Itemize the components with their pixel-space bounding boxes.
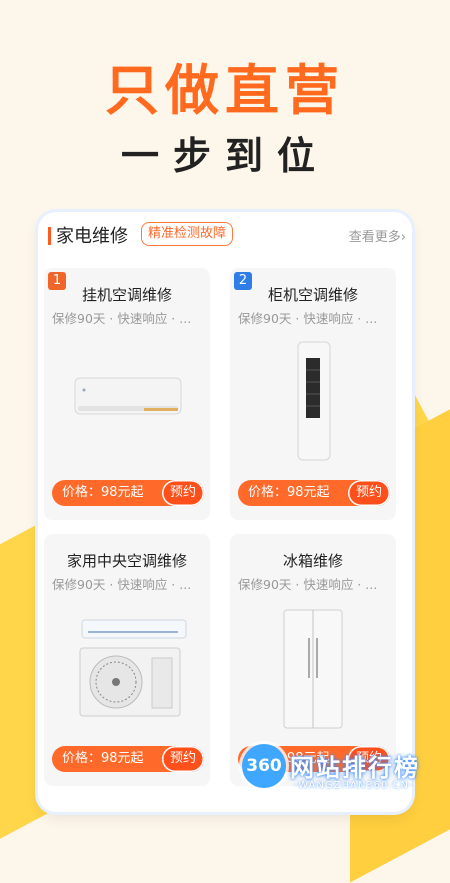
central-ac-image	[78, 618, 188, 724]
panel-header: 家电维修 精准检测故障 查看更多›	[38, 212, 412, 260]
hero-title: 只做直营	[105, 59, 345, 122]
book-button[interactable]: 预约	[348, 480, 390, 506]
hero-subtitle: 一步到位	[120, 134, 329, 178]
price-pill: 价格：98元起 预约	[238, 480, 390, 506]
service-card[interactable]: 家用中央空调维修 保修90天 · 快速响应 · ... 价格：98元起 预约	[44, 534, 210, 786]
wall-ac-image	[74, 376, 182, 422]
watermark-text: 网站排行榜	[290, 754, 420, 782]
watermark-logo: 360	[242, 744, 286, 788]
title-accent-bar	[48, 227, 51, 245]
feature-tag: 精准检测故障	[141, 222, 234, 246]
book-button[interactable]: 预约	[162, 746, 204, 772]
service-card[interactable]: 2 柜机空调维修 保修90天 · 快速响应 · ... 价格：98元起 预约	[230, 268, 396, 520]
service-card[interactable]: 1 挂机空调维修 保修90天 · 快速响应 · ... 价格：98元起 预约	[44, 268, 210, 520]
floor-ac-image	[296, 340, 332, 466]
service-title: 冰箱维修	[282, 552, 343, 570]
service-title: 挂机空调维修	[81, 286, 172, 304]
service-title: 家用中央空调维修	[66, 552, 187, 570]
section-title: 家电维修	[56, 226, 128, 247]
view-more-link[interactable]: 查看更多›	[349, 226, 406, 245]
price-text: 价格：98元起	[62, 751, 144, 766]
service-title: 柜机空调维修	[267, 286, 358, 304]
price-text: 价格：98元起	[62, 485, 144, 500]
service-panel: 家电维修 精准检测故障 查看更多› 1 挂机空调维修 保修90天 · 快速响应 …	[38, 212, 412, 812]
service-desc: 保修90天 · 快速响应 · ...	[52, 311, 192, 326]
fridge-image	[282, 608, 344, 734]
price-pill: 价格：98元起 预约	[52, 480, 204, 506]
price-text: 价格：98元起	[248, 485, 330, 500]
service-desc: 保修90天 · 快速响应 · ...	[238, 311, 378, 326]
service-desc: 保修90天 · 快速响应 · ...	[52, 577, 192, 592]
book-button[interactable]: 预约	[162, 480, 204, 506]
service-desc: 保修90天 · 快速响应 · ...	[238, 577, 378, 592]
watermark-url: -WANGZHAN360.CN-	[294, 780, 414, 791]
price-pill: 价格：98元起 预约	[52, 746, 204, 772]
site-watermark: 360 网站排行榜 -WANGZHAN360.CN-	[238, 738, 450, 800]
